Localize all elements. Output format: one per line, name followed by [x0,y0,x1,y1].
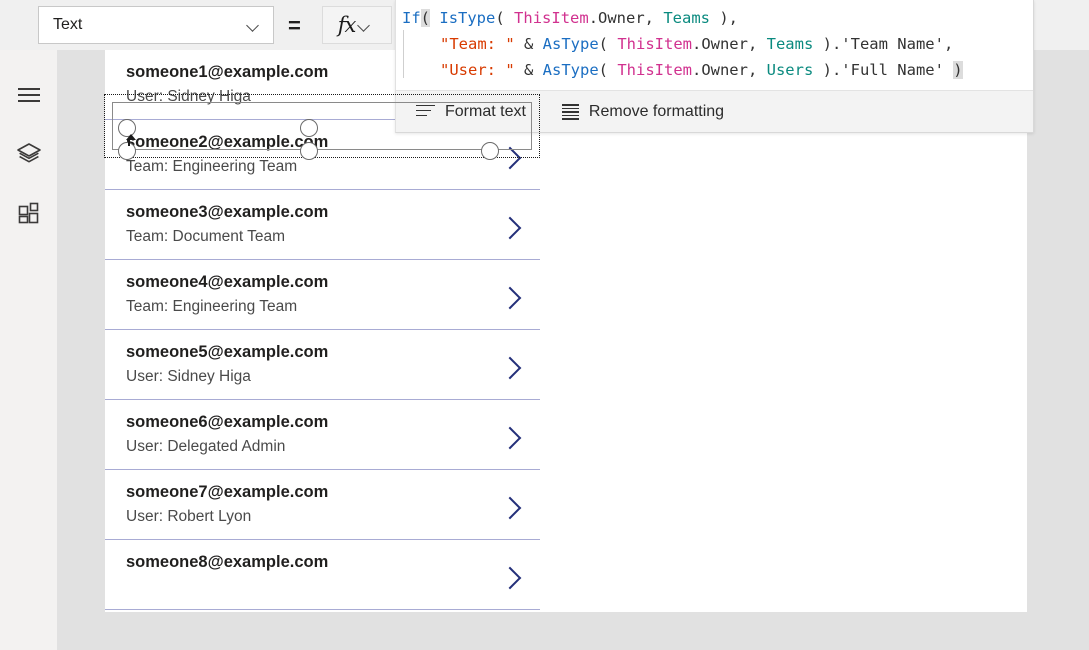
resize-handle-middle-right[interactable] [300,119,318,137]
formula-token: If [402,9,421,27]
sidebar-item-menu[interactable] [0,71,57,119]
equals-sign: = [288,13,301,38]
formula-token: "Team: " [440,35,515,53]
chevron-right-icon[interactable] [502,146,518,170]
chevron-right-icon[interactable] [502,356,518,380]
fx-button[interactable]: fx [322,6,392,44]
hamburger-icon [17,88,40,102]
property-select-value: Text [53,16,83,33]
formula-token: ).'Full Name' [813,61,954,79]
power-apps-studio: Text = fx someone1@example.com User: Sid… [0,0,1089,650]
formula-token: AsType [542,61,599,79]
formula-token: ThisItem [617,61,692,79]
sidebar-item-tree-view[interactable] [0,131,57,179]
gallery-item-title: someone2@example.com [126,133,329,151]
gallery-item-subtitle: User: Sidney Higa [126,368,251,385]
formula-token: Teams [766,35,814,53]
formula-token: AsType [542,35,599,53]
chevron-right-icon[interactable] [502,426,518,450]
formula-editor[interactable]: If( IsType( ThisItem.Owner, Teams ), "Tea… [396,0,1033,90]
formula-format-bar: Format text Remove formatting [396,90,1033,132]
formula-token: ), [710,9,739,27]
formula-token: .Owner, [588,9,664,27]
gallery-item-title: someone3@example.com [126,203,329,221]
formula-token: IsType [439,9,496,27]
remove-formatting-label: Remove formatting [588,102,725,120]
fx-icon: fx [337,12,357,37]
layers-icon [16,141,42,170]
gallery-item[interactable]: someone4@example.com Team: Engineering Te… [105,260,540,330]
resize-handle-bottom-right[interactable] [481,142,499,160]
formula-panel: If( IsType( ThisItem.Owner, Teams ), "Tea… [395,0,1034,133]
left-rail [0,50,57,650]
formula-token: .Owner, [691,61,767,79]
gallery-item-subtitle: User: Delegated Admin [126,438,286,455]
gallery-item-title: someone4@example.com [126,273,329,291]
app-canvas[interactable]: someone1@example.com User: Sidney Higa som… [105,50,1027,612]
chevron-right-icon[interactable] [502,216,518,240]
remove-formatting-button[interactable]: Remove formatting [558,91,728,132]
canvas-workspace: someone1@example.com User: Sidney Higa som… [57,50,1089,650]
gallery-item-title: someone5@example.com [126,343,329,361]
gallery-item-title: someone6@example.com [126,413,329,431]
formula-token: ( [598,35,618,53]
format-text-label: Format text [445,102,526,120]
formula-token: ) [953,61,963,79]
formula-token: .Owner, [691,35,767,53]
formula-token: Teams [663,9,711,27]
formula-line: If( IsType( ThisItem.Owner, Teams ), [396,5,1033,31]
formula-token: ( [495,9,515,27]
gallery-item-subtitle: Team: Engineering Team [126,158,298,175]
gallery-item-subtitle: User: Robert Lyon [126,508,252,525]
gallery-item-title: someone1@example.com [126,63,329,81]
chevron-right-icon[interactable] [502,286,518,310]
formula-line: "User: " & AsType( ThisItem.Owner, Users… [396,57,1033,83]
gallery-item-subtitle: Team: Document Team [126,228,286,245]
formula-token: ).'Team Name', [813,35,954,53]
formula-indent-guide [403,30,404,78]
gallery-item[interactable]: someone3@example.com Team: Document Team [105,190,540,260]
gallery-item-subtitle: Team: Engineering Team [126,298,298,315]
gallery-item[interactable]: someone8@example.com [105,540,540,610]
grid-insert-icon [16,201,42,230]
formula-line: "Team: " & AsType( ThisItem.Owner, Teams… [396,31,1033,57]
gallery-item[interactable]: someone5@example.com User: Sidney Higa [105,330,540,400]
gallery-item-subtitle: User: Sidney Higa [126,88,251,105]
gallery-item[interactable]: someone6@example.com User: Delegated Admi… [105,400,540,470]
resize-handle-bottom-center[interactable] [300,142,318,160]
property-select[interactable]: Text [38,6,274,44]
gallery-item-title: someone7@example.com [126,483,329,501]
formula-token: Users [766,61,814,79]
formula-token: ThisItem [514,9,589,27]
chevron-down-icon[interactable] [358,21,372,30]
resize-cursor-icon [124,134,136,146]
formula-token: ThisItem [617,35,692,53]
chevron-right-icon[interactable] [502,496,518,520]
formula-token [430,9,439,27]
chevron-right-icon[interactable] [502,566,518,590]
gallery-item-title: someone8@example.com [126,553,329,571]
format-text-button[interactable]: Format text [412,91,530,132]
chevron-down-icon[interactable] [247,21,261,30]
formula-token: ( [420,9,431,27]
gallery-item[interactable]: someone7@example.com User: Robert Lyon [105,470,540,540]
formula-token: & [514,61,543,79]
format-text-icon [416,104,435,119]
sidebar-item-insert[interactable] [0,191,57,239]
gallery-control[interactable]: someone1@example.com User: Sidney Higa som… [105,50,540,612]
formula-token: "User: " [440,61,515,79]
remove-formatting-icon [561,104,579,120]
formula-token: & [514,35,543,53]
formula-token: ( [598,61,618,79]
